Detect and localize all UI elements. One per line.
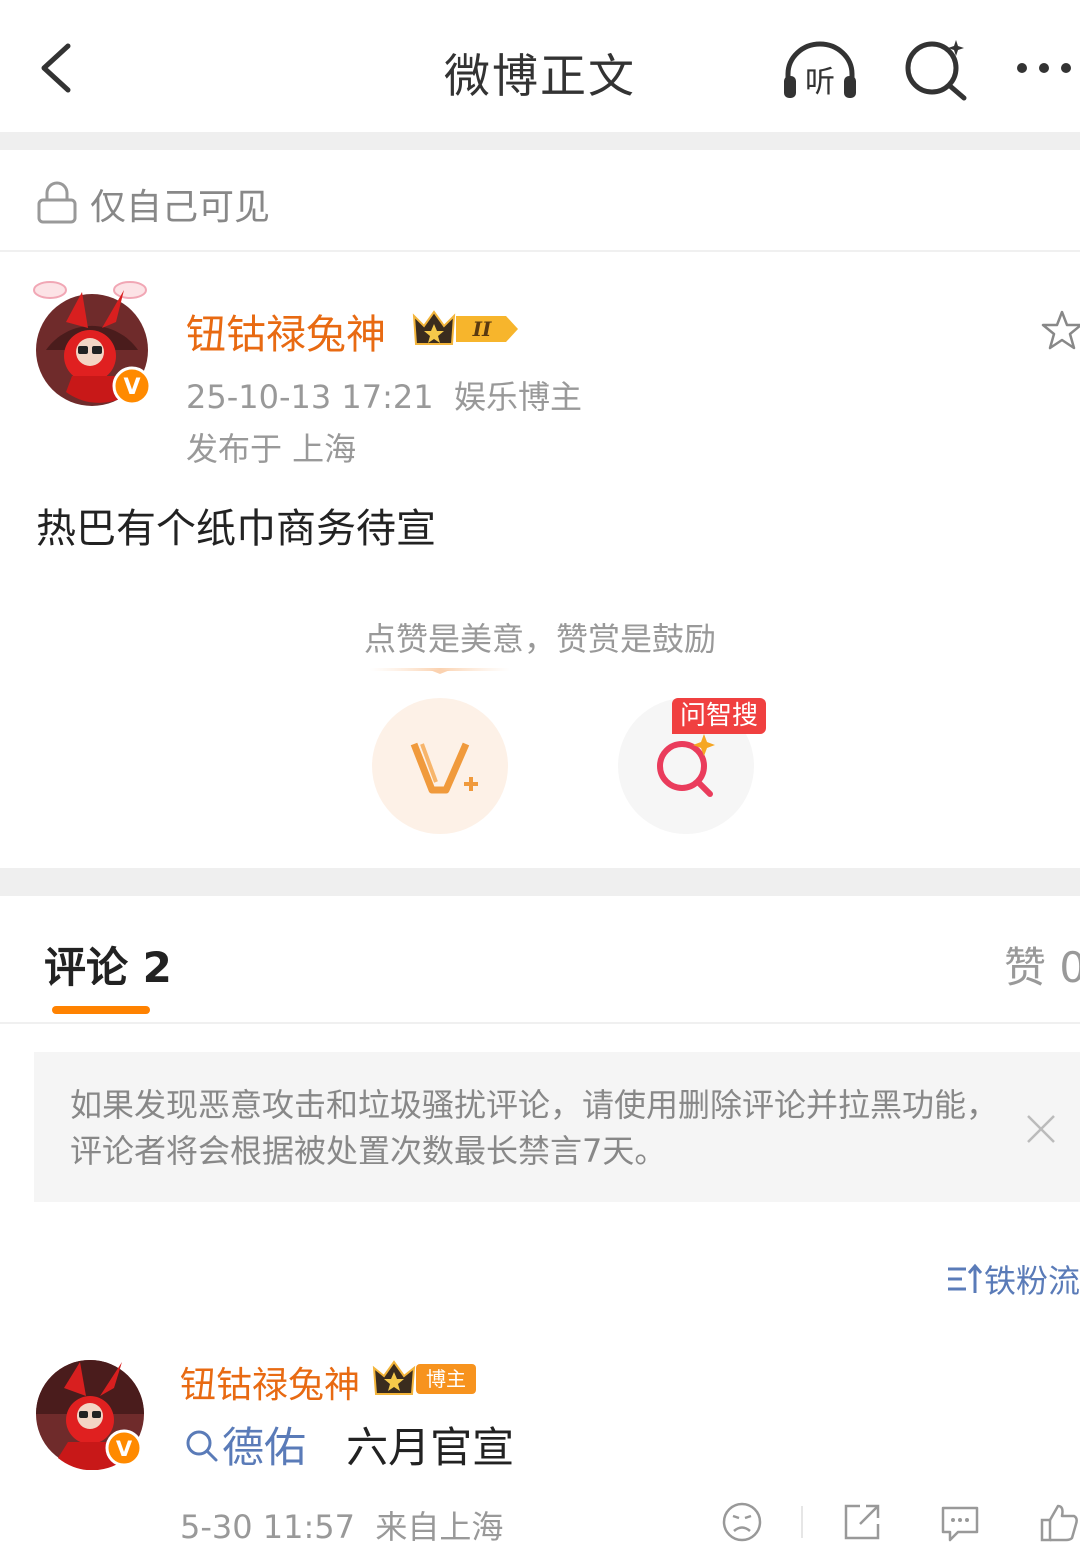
author-category: 娱乐博主 (453, 378, 582, 416)
section-divider (0, 132, 1080, 150)
tab-likes[interactable]: 赞 0 (1004, 934, 1080, 995)
action-separator (801, 1506, 803, 1538)
comment-text: 六月官宣 (346, 1423, 515, 1472)
ask-search-tag: 问智搜 (672, 698, 767, 734)
comment-author[interactable]: 钮钴禄兔神 (180, 1356, 360, 1408)
avatar[interactable]: V (26, 272, 158, 412)
v-plus-icon (410, 742, 478, 794)
blogger-badge-label: 博主 (426, 1367, 466, 1391)
level-badge-text: II (472, 317, 492, 341)
blogger-badge-icon: 博主 (372, 1360, 476, 1395)
dislike-face-icon[interactable] (720, 1500, 764, 1544)
share-icon[interactable] (840, 1500, 884, 1544)
comment-content: 德佑 六月官宣 (184, 1414, 514, 1475)
crown-level-badge-icon[interactable]: II (410, 308, 522, 350)
comment-avatar[interactable]: V (34, 1358, 146, 1470)
favorite-star-icon[interactable] (1040, 308, 1080, 354)
weibo-post-page: 微博正文 听 仅自己可见 V 钮钴禄兔神 II 25-10-13 17:21 娱… (0, 0, 1080, 1568)
comment-policy-notice: 如果发现恶意攻击和垃圾骚扰评论，请使用删除评论并拉黑功能，评论者将会根据被处置次… (34, 1052, 1080, 1202)
link-text: 德佑 (222, 1423, 307, 1472)
lock-icon (37, 181, 77, 224)
listen-label: 听 (805, 65, 835, 100)
more-icon[interactable] (1010, 55, 1080, 81)
search-keyword-link[interactable]: 德佑 (184, 1423, 306, 1472)
sort-icon (948, 1263, 983, 1293)
verified-badge-icon: V (105, 1429, 143, 1467)
sort-selector[interactable]: 铁粉流 (944, 1256, 1080, 1300)
top-bar: 微博正文 听 (0, 0, 1080, 132)
post-meta: 25-10-13 17:21 娱乐博主 (186, 372, 582, 418)
encourage-text: 点赞是美意，赞赏是鼓励 (363, 620, 716, 658)
verified-mark: V (116, 1437, 133, 1461)
privacy-label: 仅自己可见 (90, 187, 271, 228)
post-content: 热巴有个纸巾商务待宣 (36, 506, 436, 552)
verified-mark: V (123, 375, 140, 400)
comment-actions (0, 1500, 1080, 1550)
post-location: 发布于 上海 (186, 430, 357, 468)
close-icon[interactable] (1024, 1112, 1058, 1146)
active-tab-indicator (52, 1006, 150, 1014)
section-divider (0, 868, 1080, 896)
encourage-pointer (370, 668, 510, 674)
comment-icon[interactable] (938, 1500, 982, 1544)
post-time: 25-10-13 17:21 (186, 378, 434, 416)
headphones-listen-icon[interactable]: 听 (780, 38, 860, 102)
search-icon[interactable] (902, 36, 972, 102)
search-icon (186, 1430, 218, 1462)
verified-badge-icon: V (112, 366, 152, 406)
privacy-row: 仅自己可见 (0, 150, 1080, 252)
reward-button[interactable] (372, 698, 508, 834)
notice-text: 如果发现恶意攻击和垃圾骚扰评论，请使用删除评论并拉黑功能，评论者将会根据被处置次… (70, 1086, 999, 1170)
author-name[interactable]: 钮钴禄兔神 (186, 302, 386, 360)
sort-label: 铁粉流 (984, 1262, 1080, 1300)
tab-comments[interactable]: 评论 2 (44, 934, 172, 995)
like-thumb-icon[interactable] (1036, 1500, 1080, 1544)
tab-divider (0, 1022, 1080, 1024)
